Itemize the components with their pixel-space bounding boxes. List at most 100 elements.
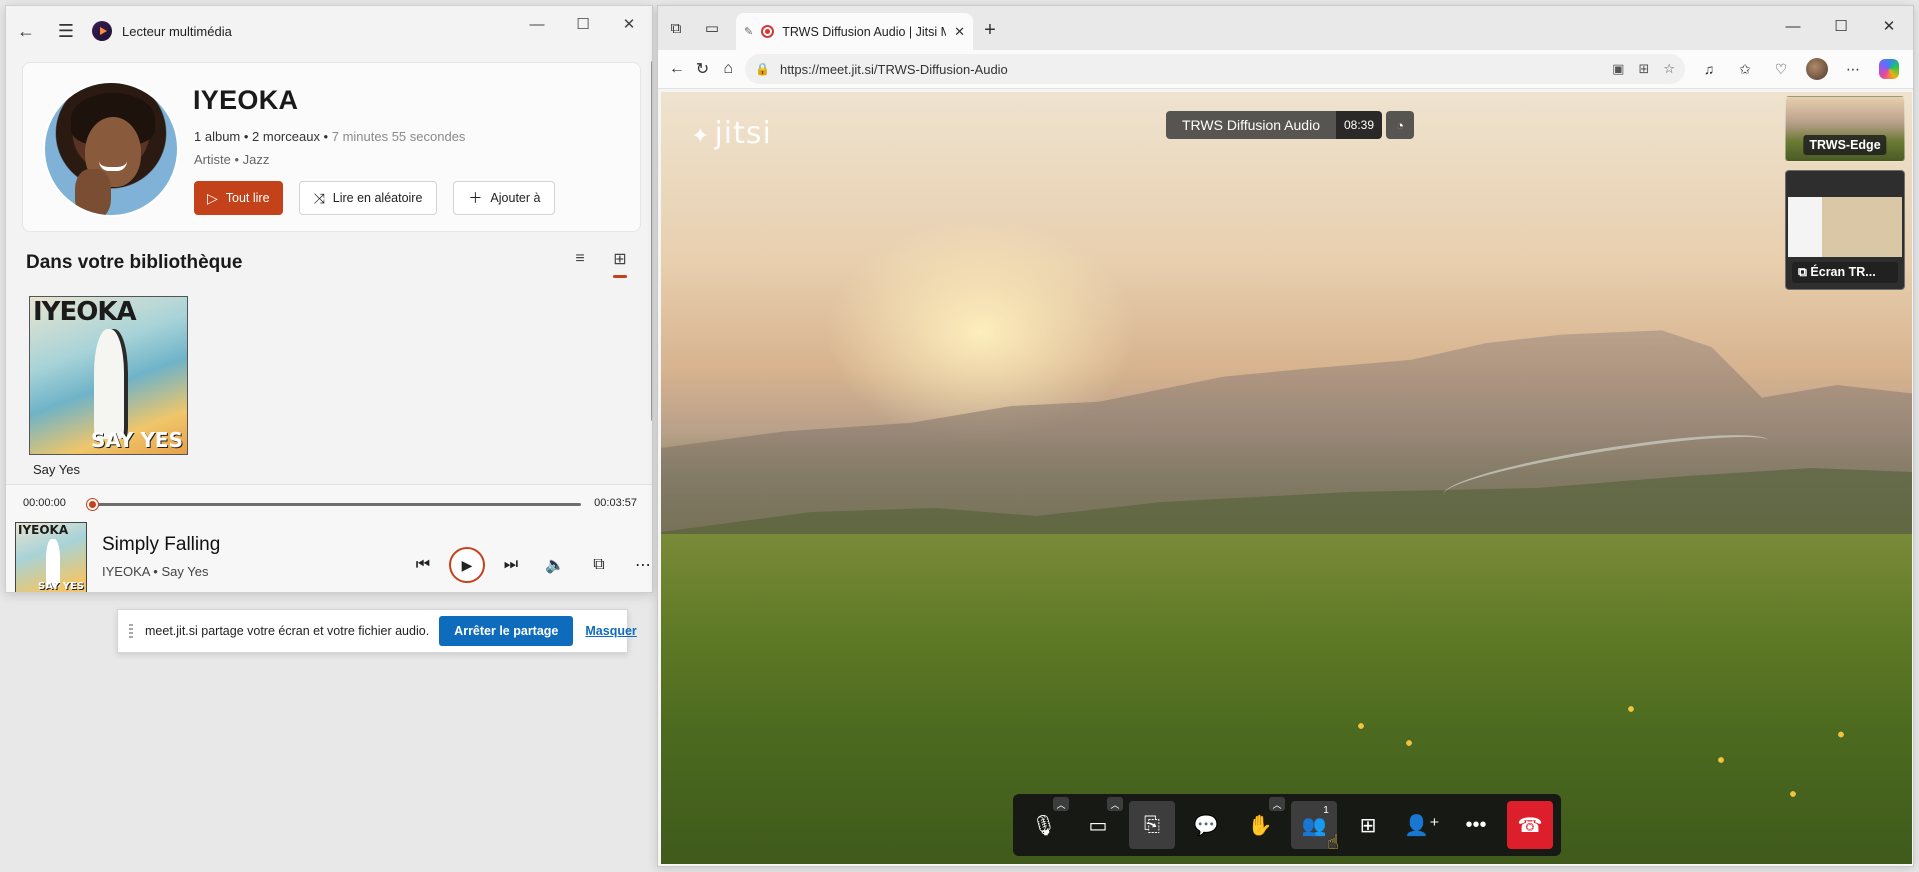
tab-jitsi[interactable]: ✎ TRWS Diffusion Audio | Jitsi Meet ✕: [736, 13, 973, 50]
seek-knob[interactable]: [87, 499, 98, 510]
close-icon[interactable]: ✕: [606, 6, 652, 42]
library-section-title: Dans votre bibliothèque: [26, 252, 243, 273]
minimize-icon[interactable]: —: [514, 6, 560, 42]
more-actions-button[interactable]: •••: [1453, 801, 1499, 849]
browser-essentials-icon[interactable]: ♡: [1763, 53, 1799, 85]
raise-hand-button[interactable]: ✋ ︿: [1237, 797, 1285, 849]
more-options-icon[interactable]: ⋯: [621, 543, 652, 587]
url-tools: ▣ ⊞ ☆: [1612, 54, 1675, 84]
seek-slider[interactable]: [87, 499, 581, 510]
hand-icon: ✋: [1247, 814, 1273, 837]
shuffle-button[interactable]: ⤨ Lire en aléatoire: [298, 181, 438, 215]
stop-sharing-button[interactable]: Arrêter le partage: [439, 616, 574, 646]
meeting-info: TRWS Diffusion Audio 08:39 ◔: [1166, 111, 1415, 139]
chevron-up-icon[interactable]: ︿: [1269, 797, 1285, 811]
back-arrow-icon[interactable]: ←: [6, 6, 46, 56]
meeting-toolbar: 🎙 ︿ ▭ ︿ ⎘ 💬 ✋ ︿ 👥 1 ⊞ 👤⁺ ••• ☎: [1013, 794, 1561, 856]
plus-icon: ＋: [468, 190, 483, 206]
previous-track-icon[interactable]: ⏮: [401, 543, 445, 587]
list-view-icon[interactable]: ≡: [571, 250, 589, 268]
play-icon[interactable]: ▶: [449, 547, 485, 583]
minimize-icon[interactable]: —: [1769, 6, 1817, 46]
new-tab-icon[interactable]: +: [973, 10, 1007, 50]
screen-share-thumbnail[interactable]: ⧉ Écran TR...: [1785, 170, 1905, 290]
apps-icon[interactable]: ⊞: [1638, 61, 1649, 77]
settings-more-icon[interactable]: ⋯: [1835, 53, 1871, 85]
tab-mute-icon[interactable]: ✎: [744, 25, 753, 38]
vertical-tabs-icon[interactable]: ▭: [694, 6, 730, 50]
hangup-icon: ☎: [1517, 814, 1543, 837]
tab-strip: ⧉ ▭ ✎ TRWS Diffusion Audio | Jitsi Meet …: [658, 6, 1913, 50]
next-track-icon[interactable]: ⏭: [489, 543, 533, 587]
hamburger-menu-icon[interactable]: ☰: [46, 6, 86, 56]
artist-avatar: [43, 81, 179, 217]
window-controls: — ☐ ✕: [514, 6, 652, 42]
favorite-star-icon[interactable]: ☆: [1663, 61, 1675, 77]
lock-icon[interactable]: 🔒: [755, 62, 770, 76]
chat-icon: 💬: [1193, 814, 1219, 837]
address-bar-row: ← ↻ ⌂ 🔒 https://meet.jit.si/TRWS-Diffusi…: [658, 50, 1913, 89]
screen-share-banner: meet.jit.si partage votre écran et votre…: [117, 609, 637, 653]
grid-view-icon[interactable]: ⊞: [611, 250, 629, 278]
screen-share-icon: ⎘: [1144, 813, 1160, 836]
scrollbar[interactable]: [651, 61, 652, 421]
hangup-button[interactable]: ☎: [1507, 801, 1553, 849]
tab-close-icon[interactable]: ✕: [954, 24, 965, 40]
album-title[interactable]: Say Yes: [33, 462, 80, 477]
tile-view-button[interactable]: ⊞: [1345, 801, 1391, 849]
camera-in-use-icon[interactable]: ▣: [1612, 61, 1624, 77]
add-to-button[interactable]: ＋ Ajouter à: [453, 181, 556, 215]
close-icon[interactable]: ✕: [1865, 6, 1913, 46]
artist-header-card: IYEOKA 1 album • 2 morceaux • 7 minutes …: [22, 62, 641, 232]
favorites-icon[interactable]: ✩: [1727, 53, 1763, 85]
invite-button[interactable]: 👤⁺: [1399, 801, 1445, 849]
shuffle-icon: ⤨: [313, 189, 325, 206]
drag-handle-icon[interactable]: [129, 624, 133, 638]
maximize-icon[interactable]: ☐: [560, 6, 606, 42]
now-playing-title[interactable]: Simply Falling: [102, 534, 220, 556]
play-all-button[interactable]: ▷ Tout lire: [194, 181, 283, 215]
now-playing-cover[interactable]: IYEOKA SAY YES: [15, 522, 87, 592]
mini-player-icon[interactable]: ⧉: [577, 543, 621, 587]
url-text[interactable]: https://meet.jit.si/TRWS-Diffusion-Audio: [780, 62, 1008, 77]
connection-stats-icon[interactable]: ◔: [1386, 111, 1415, 139]
artist-actions: ▷ Tout lire ⤨ Lire en aléatoire ＋ Ajoute…: [194, 181, 556, 215]
copilot-icon[interactable]: [1879, 59, 1900, 79]
maximize-icon[interactable]: ☐: [1817, 6, 1865, 46]
volume-icon[interactable]: 🔈: [533, 543, 577, 587]
now-playing-subtitle[interactable]: IYEOKA • Say Yes: [102, 564, 208, 579]
screen-share-button[interactable]: ⎘: [1129, 801, 1175, 849]
total-time: 00:03:57: [594, 497, 637, 509]
microphone-button[interactable]: 🎙 ︿: [1021, 797, 1069, 849]
jitsi-logo[interactable]: jitsi: [691, 116, 772, 151]
chevron-up-icon[interactable]: ︿: [1107, 797, 1123, 811]
back-icon[interactable]: ←: [664, 53, 690, 85]
recording-icon: [761, 25, 775, 38]
screen-share-icon: ⧉: [1798, 265, 1811, 279]
camera-button[interactable]: ▭ ︿: [1075, 797, 1123, 849]
now-playing-bar: IYEOKA SAY YES Simply Falling IYEOKA • S…: [6, 516, 652, 592]
media-player-app-icon: [92, 21, 112, 41]
view-toggle: ≡ ⊞: [571, 250, 629, 278]
participant-thumbnail[interactable]: TRWS-Edge: [1785, 96, 1905, 162]
jitsi-stage: jitsi TRWS Diffusion Audio 08:39 ◔ TRWS-…: [661, 92, 1912, 864]
media-player-titlebar: ← ☰ Lecteur multimédia — ☐ ✕: [6, 6, 652, 56]
camera-icon: ▭: [1088, 814, 1108, 837]
browser-window-controls: — ☐ ✕: [1769, 6, 1913, 46]
profile-avatar[interactable]: [1806, 58, 1829, 80]
chevron-up-icon[interactable]: ︿: [1053, 797, 1069, 811]
media-control-icon[interactable]: ♫: [1691, 53, 1727, 85]
screen-share-name: ⧉ Écran TR...: [1792, 262, 1898, 283]
home-icon[interactable]: ⌂: [715, 53, 741, 85]
hide-banner-link[interactable]: Masquer: [585, 624, 636, 638]
artist-name: IYEOKA: [193, 85, 299, 115]
url-field[interactable]: 🔒 https://meet.jit.si/TRWS-Diffusion-Aud…: [745, 54, 1686, 84]
media-player-window: ← ☰ Lecteur multimédia — ☐ ✕ IYEOKA 1 al…: [5, 5, 653, 593]
artist-stats-main: 1 album • 2 morceaux •: [194, 129, 329, 144]
chat-button[interactable]: 💬: [1183, 801, 1229, 849]
artist-duration: 7 minutes 55 secondes: [331, 129, 466, 144]
workspaces-icon[interactable]: ⧉: [658, 6, 694, 50]
current-time: 00:00:00: [23, 497, 66, 509]
refresh-icon[interactable]: ↻: [690, 53, 716, 85]
album-cover-say-yes[interactable]: IYEOKA SAY YES: [29, 296, 188, 455]
